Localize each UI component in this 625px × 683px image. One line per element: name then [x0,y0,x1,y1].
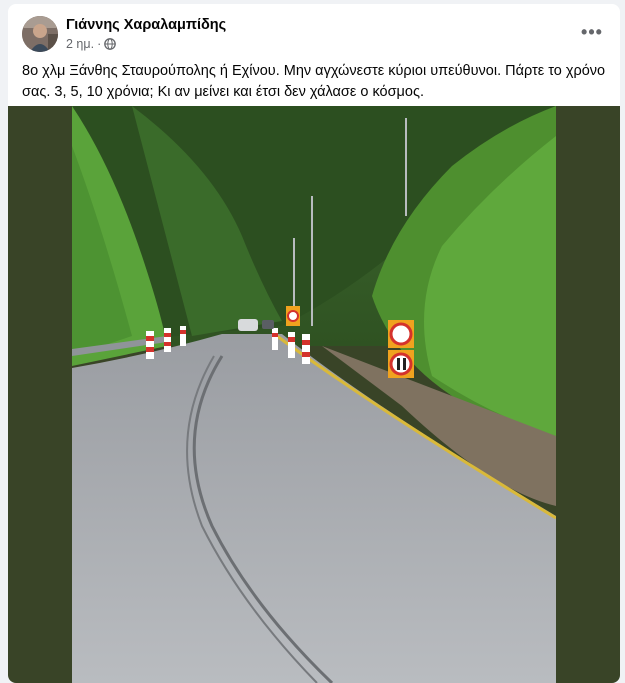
post-header: Γιάννης Χαραλαμπίδης 2 ημ. · ••• [8,4,620,56]
more-options-icon[interactable]: ••• [578,18,606,46]
post-card: Γιάννης Χαραλαμπίδης 2 ημ. · ••• 8ο χλμ … [8,4,620,683]
globe-icon [104,38,117,50]
post-time[interactable]: 2 ημ. [66,37,94,51]
author-avatar[interactable] [22,16,58,52]
post-meta: 2 ημ. · [66,37,117,51]
author-name[interactable]: Γιάννης Χαραλαμπίδης [66,17,226,33]
avatar-photo [22,16,58,52]
post-text: 8ο χλμ Ξάνθης Σταυρούπολης ή Εχίνου. Μην… [22,63,606,100]
road-photo [72,106,556,683]
post-photo[interactable] [8,106,620,683]
meta-separator: · [97,37,102,51]
